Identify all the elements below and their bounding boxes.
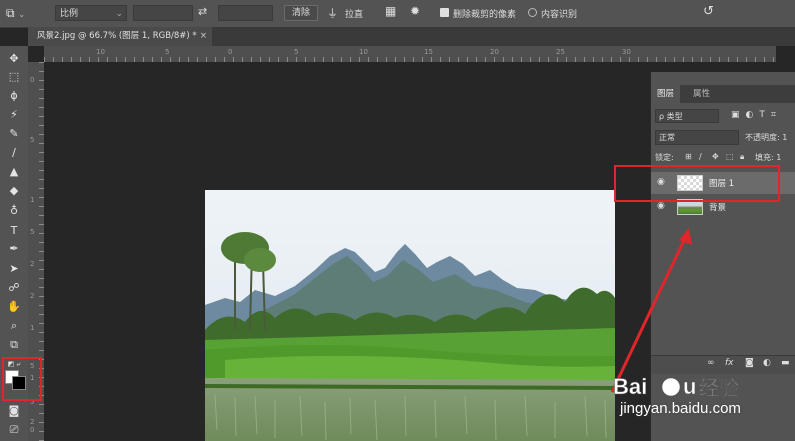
content-aware-label[interactable]: 内容识别	[541, 7, 577, 20]
ruler-label: 0	[228, 48, 233, 56]
add-mask-icon[interactable]: ◙	[745, 358, 754, 368]
ratio-select[interactable]: 比例 ⌄	[55, 5, 127, 21]
watermark-url: jingyan.baidu.com	[620, 400, 741, 417]
quick-mask-icon[interactable]: ◙	[0, 402, 28, 420]
crop-tool-preset[interactable]: ⧉ ⌄	[6, 4, 40, 22]
lock-artboard-icon[interactable]: ⬚	[726, 152, 734, 161]
svg-text:经验: 经验	[699, 376, 739, 400]
delete-cropped-label[interactable]: 删除裁剪的像素	[453, 7, 516, 20]
clear-button[interactable]: 清除	[284, 5, 318, 21]
eyedropper-icon[interactable]: ✎	[0, 125, 28, 143]
ruler-label: 1	[30, 196, 35, 204]
lock-all-icon[interactable]: 🔒︎	[740, 152, 744, 162]
link-layers-icon[interactable]: ∞	[707, 358, 715, 368]
fx-icon[interactable]: fx	[725, 358, 734, 368]
highlight-layer-row	[614, 165, 780, 202]
magic-wand-icon[interactable]: ⚡	[0, 106, 28, 124]
layer-filter-select[interactable]: ρ 类型	[655, 109, 719, 123]
document-tab-bar: 风景2.jpg @ 66.7% (图层 1, RGB/8#) * ×	[28, 27, 795, 46]
gear-icon[interactable]: ✹	[410, 4, 420, 18]
document-tab-title: 风景2.jpg @ 66.7% (图层 1, RGB/8#) *	[37, 31, 197, 41]
ruler-horizontal: 10 5 0 5 10 15 20 25 30	[44, 46, 776, 63]
ruler-label: 20	[490, 48, 499, 56]
ruler-label: 0	[30, 76, 35, 84]
ruler-label: 30	[622, 48, 631, 56]
svg-text:Bai: Bai	[613, 374, 647, 399]
crop-icon: ⧉	[6, 6, 15, 20]
visibility-eye-icon[interactable]: ◉	[657, 201, 665, 211]
ratio-height-field[interactable]	[218, 5, 273, 21]
ruler-label: 2	[30, 260, 35, 268]
ruler-label: 2	[30, 418, 35, 426]
type-icon[interactable]: T	[0, 222, 28, 240]
tab-layers[interactable]: 图层	[651, 85, 681, 103]
options-bar: ⧉ ⌄ 比例 ⌄ ⇄ 清除 ⏚ 拉直 ▦ ✹ 删除裁剪的像素 内容识别 ↺	[0, 0, 795, 28]
ratio-select-value: 比例	[60, 9, 79, 19]
ruler-label: 10	[359, 48, 368, 56]
lock-brush-icon[interactable]: ∕	[699, 152, 702, 161]
lock-label: 锁定:	[655, 153, 674, 162]
hand-icon[interactable]: ✋	[0, 298, 28, 316]
baidu-logo: Bai u 经验	[613, 374, 739, 401]
blur-icon[interactable]: ♁	[0, 202, 28, 220]
move-icon[interactable]: ✥	[0, 50, 28, 68]
adjustment-layer-icon[interactable]: ◐	[763, 358, 771, 368]
landscape-photo	[205, 190, 615, 441]
screen-mode-icon[interactable]: ⎚	[0, 421, 28, 439]
lock-row: 锁定: ⊞ ∕ ✥ ⬚ 🔒︎ 填充: 1	[655, 152, 795, 166]
fill-label[interactable]: 填充: 1	[755, 152, 781, 163]
marquee-icon[interactable]: ⬚	[0, 68, 28, 86]
brush-icon[interactable]: ∕	[0, 144, 28, 162]
close-icon[interactable]: ×	[200, 27, 207, 46]
opacity-label[interactable]: 不透明度: 1	[745, 132, 787, 143]
blend-mode-select[interactable]: 正常	[655, 130, 739, 145]
lock-pixels-icon[interactable]: ⊞	[685, 152, 692, 161]
hand-rotate-icon[interactable]: ☍	[0, 279, 28, 297]
ruler-label: 5	[30, 228, 35, 236]
layer-name[interactable]: 背景	[709, 201, 726, 213]
straighten-icon[interactable]: ⏚	[327, 5, 338, 21]
lasso-icon[interactable]: ϕ	[0, 87, 28, 105]
content-aware-checkbox[interactable]	[528, 8, 537, 17]
ruler-label: 10	[96, 48, 105, 56]
ruler-label: 2	[30, 292, 35, 300]
ruler-label: 5	[294, 48, 299, 56]
ruler-label: 5	[30, 136, 35, 144]
chevron-down-icon: ⌄	[115, 9, 123, 19]
delete-cropped-checkbox[interactable]	[440, 8, 449, 17]
filter-icons[interactable]: ▣◐T⌗	[731, 110, 782, 120]
straighten-label[interactable]: 拉直	[345, 7, 363, 20]
ruler-label: 1	[30, 324, 35, 332]
ruler-label: 5	[165, 48, 170, 56]
ruler-label: 25	[556, 48, 565, 56]
panel-tabs: 图层 属性	[651, 85, 795, 103]
baidu-watermark: Bai u 经验 jingyan.baidu.com	[603, 370, 795, 432]
document-image[interactable]	[205, 190, 615, 441]
ruler-label: 15	[424, 48, 433, 56]
chevron-down-icon: ⌄	[18, 10, 26, 19]
grid-overlay-icon[interactable]: ▦	[385, 4, 396, 18]
ruler-label: 0	[30, 426, 35, 434]
new-group-icon[interactable]: ▬	[781, 358, 790, 368]
blend-row: 正常 不透明度: 1	[655, 130, 795, 146]
lock-position-icon[interactable]: ✥	[712, 152, 719, 161]
swap-icon[interactable]: ⇄	[198, 5, 207, 18]
document-tab[interactable]: 风景2.jpg @ 66.7% (图层 1, RGB/8#) * ×	[28, 27, 212, 46]
zoom-icon[interactable]: ⌕	[0, 317, 28, 335]
layer-filter-row: ρ 类型 ▣◐T⌗	[655, 109, 793, 125]
eraser-icon[interactable]: ◆	[0, 182, 28, 200]
path-select-icon[interactable]: ➤	[0, 260, 28, 278]
ratio-width-field[interactable]	[133, 5, 193, 21]
stamp-icon[interactable]: ▲	[0, 163, 28, 181]
crop-icon[interactable]: ⧉	[0, 336, 28, 354]
pen-icon[interactable]: ✒	[0, 240, 28, 258]
reset-icon[interactable]: ↺	[703, 4, 714, 19]
highlight-color-swatches	[2, 357, 42, 401]
tab-properties[interactable]: 属性	[687, 85, 716, 103]
svg-text:u: u	[683, 374, 696, 399]
